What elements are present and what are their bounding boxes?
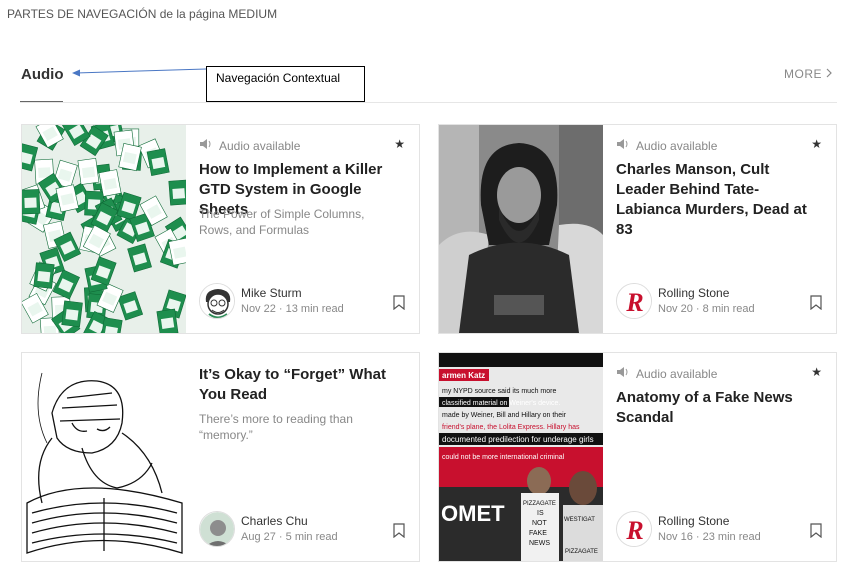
audio-available-label: Audio available	[636, 366, 718, 381]
svg-text:R: R	[625, 288, 643, 317]
avatar[interactable]	[199, 283, 235, 319]
section-divider	[20, 102, 837, 103]
image-text: my NYPD source said its much more	[442, 388, 556, 395]
article-image[interactable]	[22, 125, 186, 333]
image-text: NOT	[532, 520, 548, 527]
bookmark-icon[interactable]	[810, 523, 822, 543]
image-text: IS	[537, 510, 544, 517]
bookmark-icon[interactable]	[393, 295, 405, 315]
avatar[interactable]: R	[616, 283, 652, 319]
annotation-arrow	[72, 68, 207, 77]
article-image[interactable]	[22, 353, 186, 561]
read-time: 13 min read	[285, 303, 344, 315]
image-text: friend's plane, the Lolita Express. Hill…	[442, 424, 580, 431]
author-name[interactable]: Rolling Stone	[658, 285, 755, 301]
image-text: documented predilection for underage gir…	[442, 435, 594, 444]
more-link[interactable]: MORE	[784, 67, 833, 81]
author-name[interactable]: Rolling Stone	[658, 513, 761, 529]
image-text: classified material on Weiner's device.	[442, 400, 560, 407]
article-card[interactable]: Audio available ★ Charles Manson, Cult L…	[438, 124, 837, 334]
author-name[interactable]: Mike Sturm	[241, 285, 344, 301]
post-date: Nov 16	[658, 531, 693, 543]
article-image[interactable]: armen Katz my NYPD source said its much …	[439, 353, 603, 561]
post-date: Nov 20	[658, 303, 693, 315]
image-text: PIZZAGATE	[523, 501, 556, 507]
page-caption: PARTES DE NAVEGACIÓN de la página MEDIUM	[7, 7, 278, 21]
article-card[interactable]: armen Katz my NYPD source said its much …	[438, 352, 837, 562]
section-title[interactable]: Audio	[21, 66, 64, 83]
article-subtitle: The Power of Simple Columns, Rows, and F…	[199, 207, 365, 237]
image-text: NEWS	[529, 540, 550, 547]
article-subtitle: There’s more to reading than “memory.”	[199, 412, 353, 442]
post-date: Aug 27	[241, 531, 276, 543]
svg-text:R: R	[625, 516, 643, 545]
read-time: 8 min read	[702, 303, 755, 315]
audio-available-label: Audio available	[219, 138, 301, 153]
image-text: OMET	[441, 501, 505, 526]
speaker-icon	[199, 138, 213, 153]
image-text: WESTIGAT	[564, 517, 595, 523]
article-card[interactable]: It’s Okay to “Forget” What You Read Ther…	[21, 352, 420, 562]
chevron-right-icon	[826, 67, 833, 81]
speaker-icon	[616, 138, 630, 153]
image-text: made by Weiner, Bill and Hillary on thei…	[442, 412, 567, 419]
more-label: MORE	[784, 67, 822, 81]
speaker-icon	[616, 366, 630, 381]
author-name[interactable]: Charles Chu	[241, 513, 338, 529]
read-time: 23 min read	[702, 531, 761, 543]
avatar[interactable]: R	[616, 511, 652, 547]
star-icon[interactable]: ★	[811, 365, 822, 379]
article-title[interactable]: Charles Manson, Cult Leader Behind Tate-…	[616, 160, 820, 240]
bookmark-icon[interactable]	[393, 523, 405, 543]
avatar[interactable]	[199, 511, 235, 547]
image-text: could not be more international criminal	[442, 454, 565, 461]
image-text: FAKE	[529, 530, 547, 537]
read-time: 5 min read	[285, 531, 338, 543]
audio-available-label: Audio available	[636, 138, 718, 153]
star-icon[interactable]: ★	[811, 137, 822, 151]
article-title[interactable]: It’s Okay to “Forget” What You Read	[199, 365, 403, 405]
article-card[interactable]: Audio available ★ How to Implement a Kil…	[21, 124, 420, 334]
bookmark-icon[interactable]	[810, 295, 822, 315]
article-title[interactable]: Anatomy of a Fake News Scandal	[616, 388, 820, 428]
image-text: armen Katz	[442, 371, 485, 380]
annotation-box: Navegación Contextual	[206, 66, 365, 102]
post-date: Nov 22	[241, 303, 276, 315]
article-image[interactable]	[439, 125, 603, 333]
image-text: PIZZAGATE	[565, 549, 598, 555]
star-icon[interactable]: ★	[394, 137, 405, 151]
